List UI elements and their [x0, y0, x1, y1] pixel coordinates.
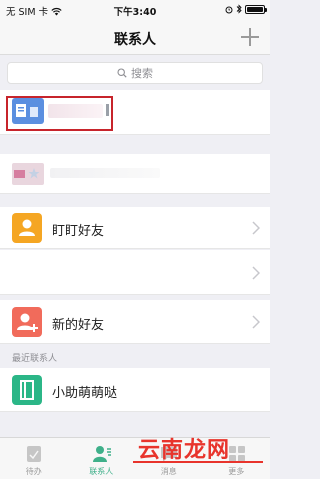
contacts-icon	[92, 446, 111, 462]
assistant-row[interactable]: 小助萌萌哒	[0, 368, 270, 412]
status-bar: 无 SIM 卡 下午3:40	[0, 0, 270, 20]
page-title: 联系人	[114, 32, 156, 48]
search-section: 搜索	[0, 56, 270, 90]
chevron-right-icon	[252, 221, 260, 235]
chevron-right-icon	[252, 315, 260, 329]
tab-contacts-label: 联系人	[89, 467, 114, 476]
tab-more-label: 更多	[228, 467, 245, 476]
search-placeholder: 搜索	[131, 67, 153, 80]
assistant-label: 小助萌萌哒	[52, 386, 118, 401]
star-icon	[14, 168, 40, 179]
chevron-right-icon	[252, 266, 260, 280]
person-icon	[19, 219, 35, 236]
status-right	[225, 4, 267, 14]
tab-todo-label: 待办	[25, 467, 42, 476]
recent-contacts-header: 最近联系人	[12, 354, 58, 364]
bluetooth-icon	[236, 4, 242, 14]
watermark-underline	[133, 461, 263, 463]
friends-icon	[12, 213, 42, 243]
assistant-icon	[12, 375, 42, 405]
new-friends-row[interactable]: 新的好友	[0, 300, 270, 344]
watermark: 云南龙网	[138, 437, 231, 463]
search-icon	[117, 68, 127, 78]
highlight-frame	[6, 96, 113, 131]
friends-row[interactable]: 盯盯好友	[0, 207, 270, 249]
add-person-icon	[17, 313, 38, 332]
blurred-row[interactable]	[0, 154, 270, 194]
tab-messages-label: 消息	[160, 467, 177, 476]
alarm-icon	[225, 6, 233, 13]
empty-row[interactable]	[0, 250, 270, 295]
blurred-row-text	[50, 168, 160, 178]
blurred-row-icon	[12, 163, 44, 185]
book-icon	[20, 380, 34, 400]
nav-bar: 联系人	[0, 20, 270, 55]
friends-label: 盯盯好友	[52, 224, 105, 239]
tab-contacts[interactable]: 联系人	[68, 438, 136, 479]
todo-icon	[27, 446, 41, 462]
new-friends-icon	[12, 307, 42, 337]
battery-icon	[245, 4, 267, 14]
tab-todo[interactable]: 待办	[0, 438, 68, 479]
add-contact-button[interactable]	[238, 25, 262, 49]
new-friends-label: 新的好友	[52, 318, 105, 333]
search-input[interactable]: 搜索	[7, 62, 263, 84]
